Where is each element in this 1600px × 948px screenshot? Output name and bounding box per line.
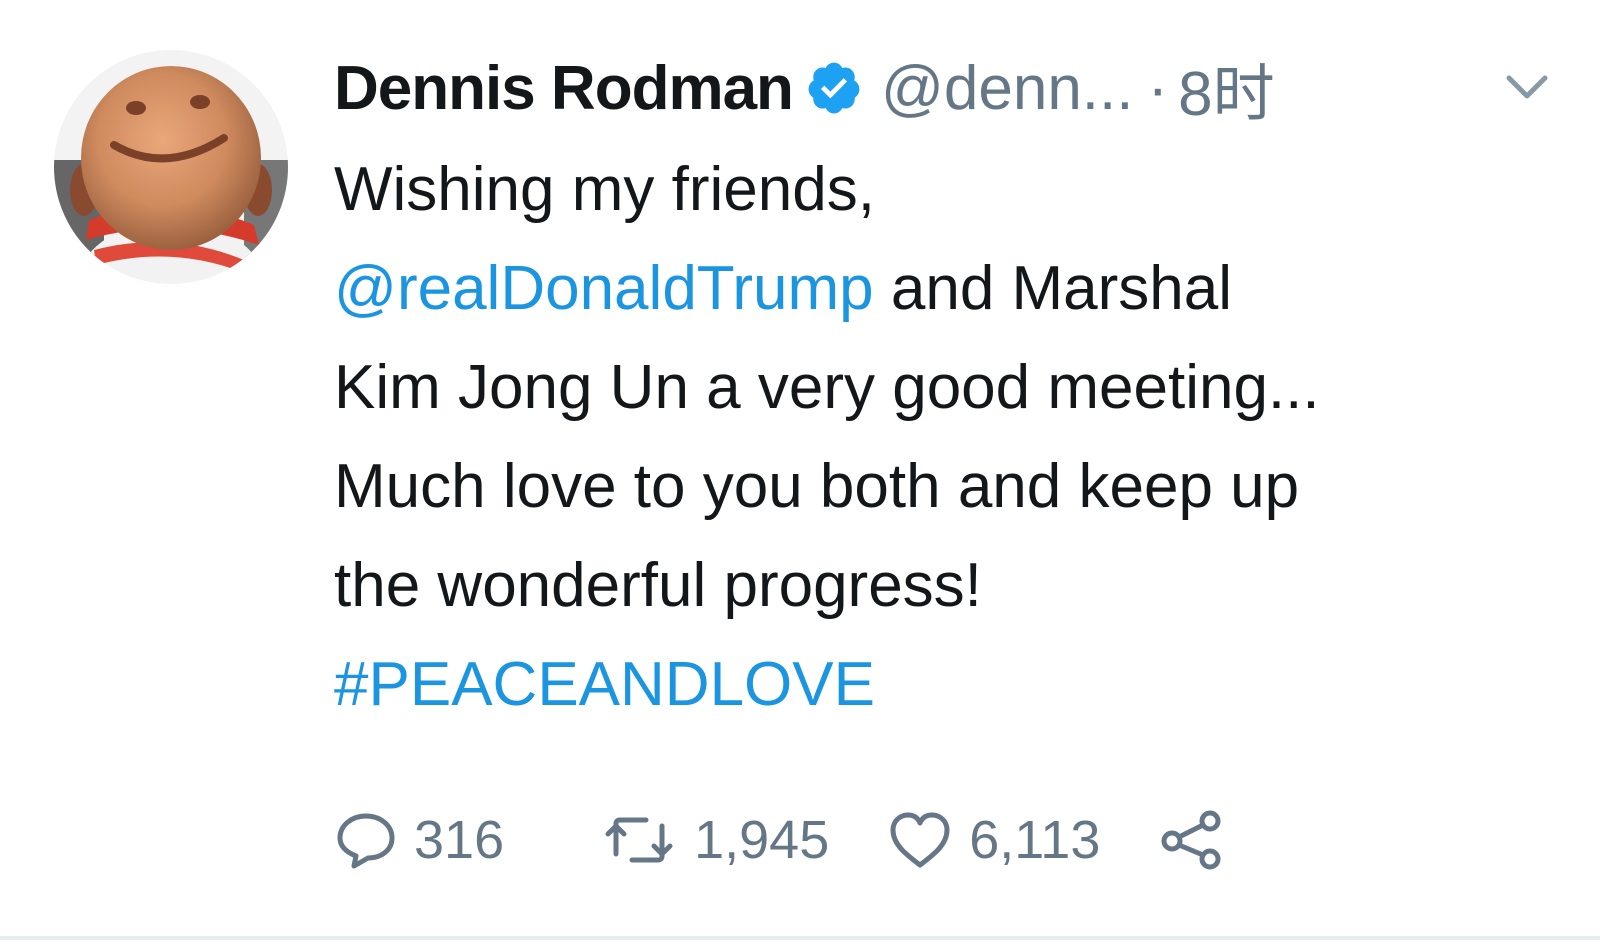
share-icon <box>1158 807 1228 873</box>
reply-button[interactable]: 316 <box>334 808 504 872</box>
tweet-header: Dennis Rodman @denn... · 8时 <box>334 48 1564 130</box>
tweet-card[interactable]: Dennis Rodman @denn... · 8时 Wishing my f… <box>0 0 1600 940</box>
hashtag-link[interactable]: #PEACEANDLOVE <box>334 650 875 719</box>
tweet-text-segment: Kim Jong Un a very good meeting... <box>334 353 1320 422</box>
tweet-actions: 316 1,945 6,113 <box>334 800 1228 880</box>
tweet-line: Wishing my friends, <box>334 140 1564 239</box>
verified-badge-icon <box>805 59 863 117</box>
author-handle[interactable]: @denn... <box>881 53 1134 124</box>
retweet-button[interactable]: 1,945 <box>600 808 829 872</box>
tweet-line: @realDonaldTrump and Marshal <box>334 239 1564 338</box>
author-name[interactable]: Dennis Rodman <box>334 53 794 124</box>
like-count: 6,113 <box>969 810 1101 870</box>
mention-link[interactable]: @realDonaldTrump <box>334 254 874 323</box>
heart-icon <box>887 809 953 871</box>
tweet-text-segment: Much love to you both and keep up <box>334 452 1300 521</box>
tweet-text-segment: the wonderful progress! <box>334 551 982 620</box>
avatar[interactable] <box>54 50 288 284</box>
like-button[interactable]: 6,113 <box>887 809 1100 871</box>
chevron-down-icon[interactable] <box>1504 70 1550 106</box>
tweet-text-segment: Wishing my friends, <box>334 155 875 224</box>
tweet-line: #PEACEANDLOVE <box>334 635 1564 734</box>
tweet-line: the wonderful progress! <box>334 536 1564 635</box>
share-button[interactable] <box>1158 807 1228 873</box>
header-separator: · <box>1147 53 1169 123</box>
tweet-line: Much love to you both and keep up <box>334 437 1564 536</box>
retweet-count: 1,945 <box>694 810 830 870</box>
tweet-text-segment: and Marshal <box>873 254 1233 323</box>
tweet-timestamp[interactable]: 8时 <box>1178 43 1274 133</box>
divider <box>0 936 1600 940</box>
reply-icon <box>334 808 398 872</box>
tweet-text: Wishing my friends, @realDonaldTrump and… <box>334 140 1564 734</box>
retweet-icon <box>600 808 678 872</box>
reply-count: 316 <box>414 810 505 870</box>
tweet-line: Kim Jong Un a very good meeting... <box>334 338 1564 437</box>
